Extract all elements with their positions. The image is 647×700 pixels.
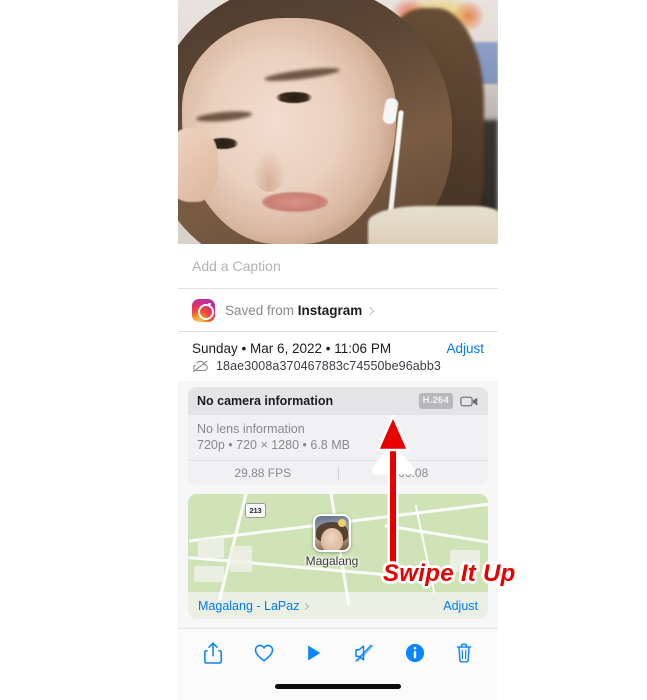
camera-info-title: No camera information <box>197 394 334 408</box>
saved-from-row[interactable]: Saved from Instagram <box>178 289 498 331</box>
photo-pin-icon[interactable] <box>313 514 351 552</box>
map-road <box>384 524 488 547</box>
trash-icon[interactable] <box>455 642 473 664</box>
adjust-date-button[interactable]: Adjust <box>446 341 484 356</box>
info-icon[interactable] <box>405 643 425 663</box>
route-shield-icon: 213 <box>245 503 266 518</box>
caption-field[interactable]: Add a Caption <box>178 244 498 288</box>
saved-from-label: Saved from Instagram <box>225 302 375 318</box>
camera-info-body: No lens information 720p • 720 × 1280 • … <box>188 415 488 460</box>
photo-nose <box>252 148 286 192</box>
instagram-icon <box>192 298 215 322</box>
fps-value: 29.88 FPS <box>234 466 292 480</box>
selfie-photo[interactable] <box>178 0 498 244</box>
metadata-block: Sunday • Mar 6, 2022 • 11:06 PM Adjust 1… <box>178 332 498 381</box>
map-footer: Magalang - LaPaz Adjust <box>188 592 488 619</box>
speaker-mute-icon[interactable] <box>353 643 375 663</box>
video-camera-icon <box>460 395 479 408</box>
screenshot-root: Add a Caption Saved from Instagram Sunda… <box>0 0 647 700</box>
pin-face <box>321 528 343 550</box>
map-location-link[interactable]: Magalang - LaPaz <box>198 598 310 613</box>
camera-info-card: No camera information H.264 No lens info… <box>188 387 488 485</box>
video-specs: 720p • 720 × 1280 • 6.8 MB <box>197 438 350 452</box>
capture-date: Sunday • Mar 6, 2022 • 11:06 PM <box>192 341 392 356</box>
map-card[interactable]: 213 Magalang Magalang - LaPaz Adjust <box>188 494 488 619</box>
codec-badge: H.264 <box>418 393 453 409</box>
play-icon[interactable] <box>305 643 323 663</box>
saved-from-prefix: Saved from <box>225 302 298 318</box>
home-indicator <box>275 684 401 689</box>
map-place-label: Magalang <box>305 554 359 568</box>
photo-lips <box>262 192 328 212</box>
phone-screen: Add a Caption Saved from Instagram Sunda… <box>178 0 498 700</box>
pin-highlight <box>338 519 346 527</box>
chevron-right-icon <box>366 306 375 315</box>
map-block <box>194 566 224 582</box>
map-block <box>230 546 252 572</box>
map-location-label: Magalang - LaPaz <box>198 598 300 613</box>
photo-eye-right <box>276 92 312 103</box>
duration-value: 00:08 <box>398 466 429 480</box>
swipe-up-label: Swipe It Up <box>383 560 516 587</box>
bottom-toolbar <box>178 628 498 700</box>
adjust-location-button[interactable]: Adjust <box>443 599 478 613</box>
share-icon[interactable] <box>203 641 223 665</box>
photo-hand <box>178 128 218 202</box>
asset-id: 18ae3008a370467883c74550be96abb3 <box>216 359 441 373</box>
chevron-right-icon <box>302 602 310 610</box>
heart-icon[interactable] <box>253 643 275 663</box>
saved-from-app: Instagram <box>297 302 363 318</box>
photo-collar <box>368 206 498 244</box>
map-block <box>198 538 224 558</box>
camera-info-header: No camera information H.264 <box>188 387 488 415</box>
lens-info: No lens information <box>197 422 305 436</box>
caption-placeholder: Add a Caption <box>192 258 281 274</box>
cloud-slash-icon <box>192 360 209 373</box>
camera-info-footer: 29.88 FPS 00:08 <box>188 460 488 485</box>
